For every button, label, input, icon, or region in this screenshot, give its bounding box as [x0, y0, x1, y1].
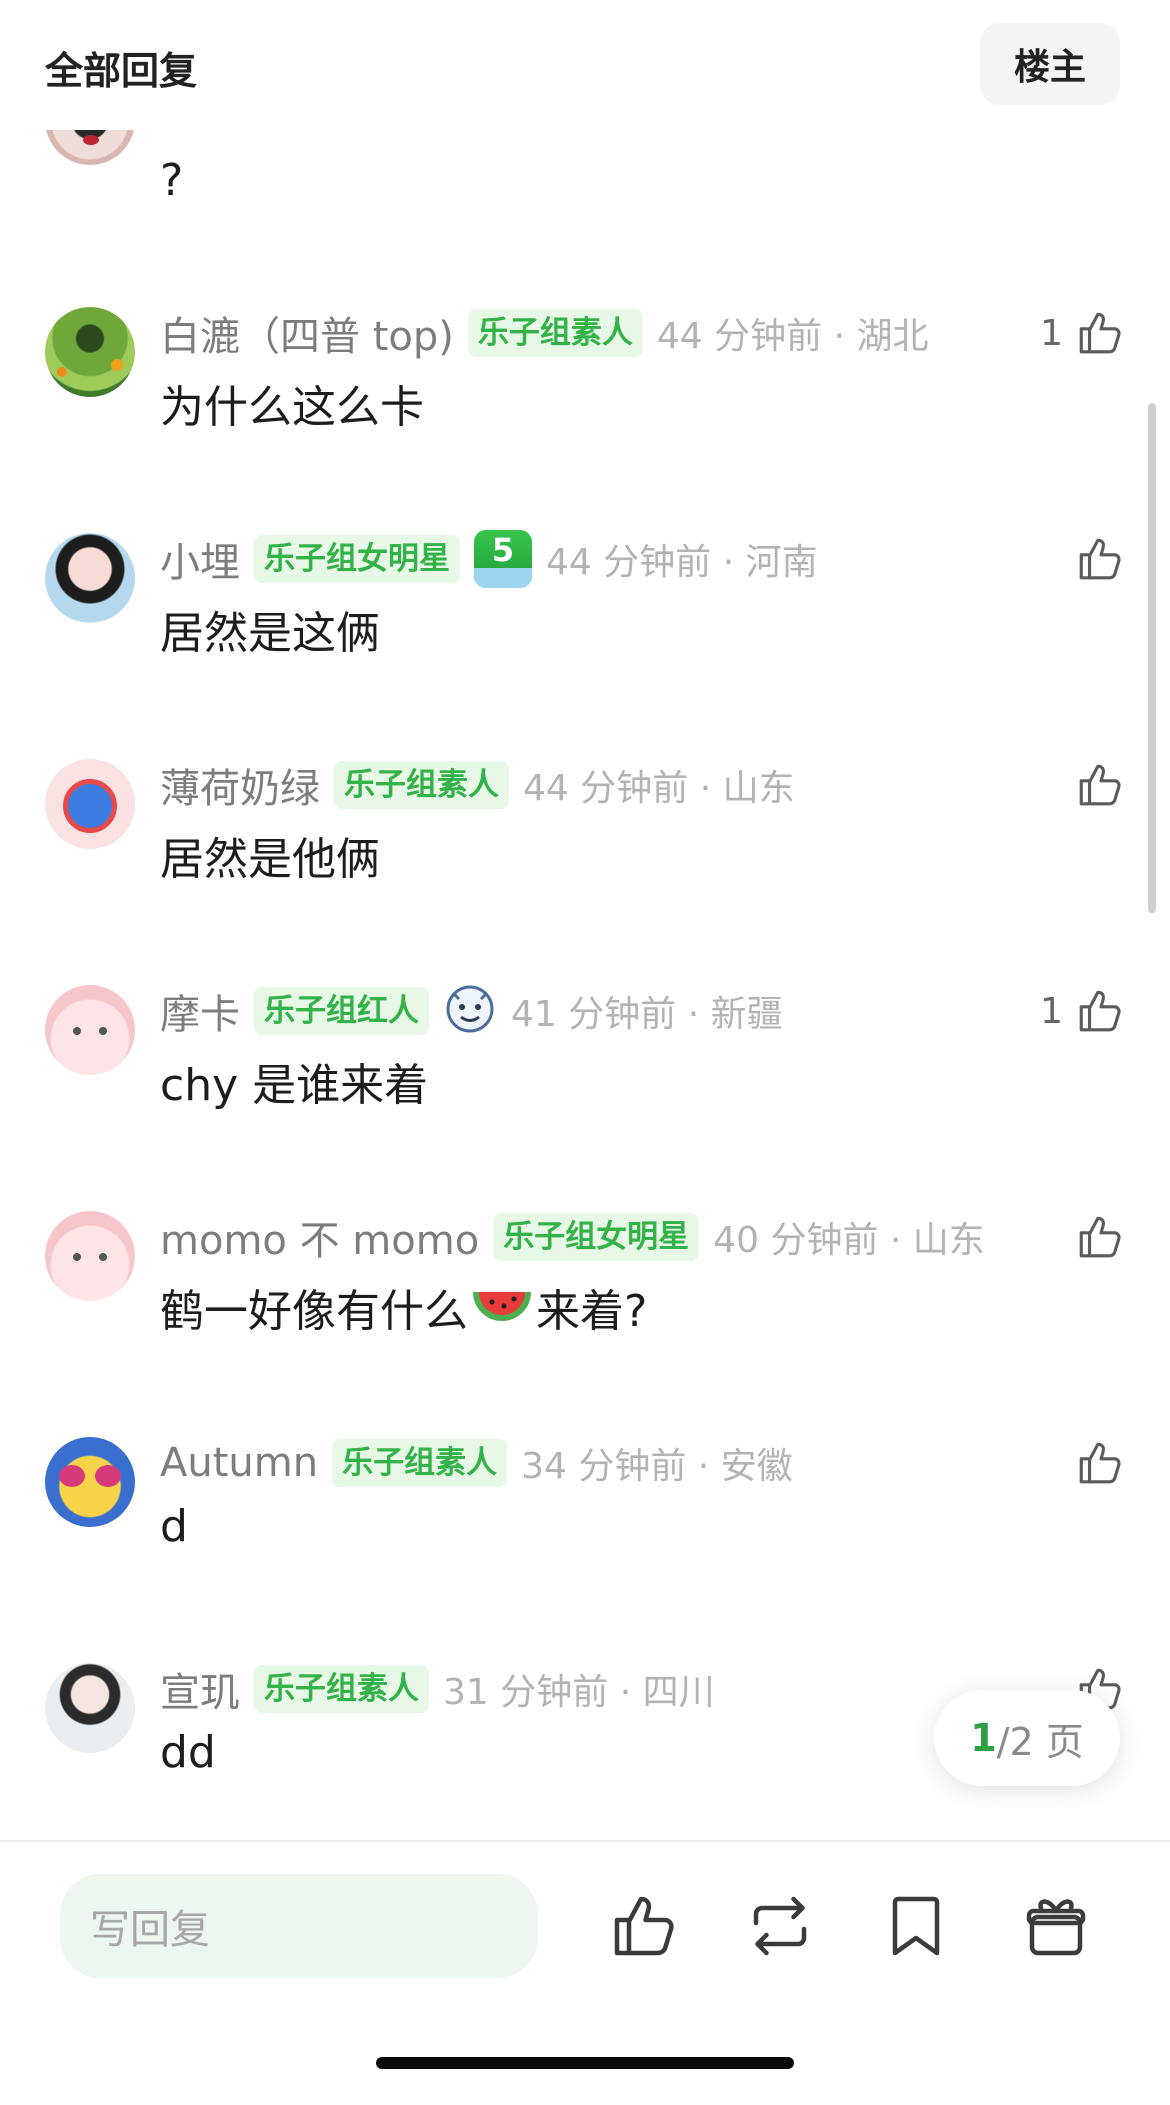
timestamp-location: 44 分钟前 · 山东 [523, 768, 795, 809]
gift-icon[interactable] [1020, 1890, 1092, 1962]
group-tag: 乐子组女明星 [493, 1213, 700, 1261]
avatar-eye [99, 1027, 107, 1035]
comment-content: d [160, 1501, 188, 1552]
tiger-badge-icon [446, 985, 494, 1033]
like-button[interactable] [1063, 755, 1125, 815]
comment-meta: 摩卡 乐子组红人 41 分钟前 · 新疆 [160, 981, 783, 1041]
like-button[interactable]: 1 [1040, 981, 1125, 1041]
timestamp-location: 40 分钟前 · 山东 [713, 1220, 985, 1261]
username[interactable]: 白漉（四普 top) [160, 304, 454, 362]
timestamp-location: 34 分钟前 · 安徽 [521, 1446, 793, 1487]
username[interactable]: 薄荷奶绿 [160, 756, 320, 814]
scrollbar[interactable] [1148, 403, 1156, 913]
header: 全部回复 楼主 [0, 0, 1170, 130]
comment-content: dd [160, 1727, 216, 1778]
timestamp-location: 41 分钟前 · 新疆 [511, 994, 783, 1035]
comment-meta: 白漉（四普 top) 乐子组素人 44 分钟前 · 湖北 [160, 303, 928, 363]
thumbs-up-icon [1079, 764, 1121, 806]
reply-input[interactable]: 写回复 [60, 1874, 538, 1978]
avatar-eye [99, 1253, 107, 1261]
group-tag: 乐子组素人 [332, 1439, 508, 1487]
group-tag: 乐子组素人 [254, 1665, 429, 1713]
thumbs-up-icon [1079, 538, 1121, 580]
username[interactable]: 宣玑 [160, 1660, 240, 1718]
comment-list[interactable]: ? 白漉（四普 top) 乐子组素人 44 分钟前 · 湖北 为什么这么卡 1 … [0, 0, 1170, 1840]
comment-meta: 小埋 乐子组女明星 5 44 分钟前 · 河南 [160, 529, 818, 589]
avatar[interactable] [45, 1437, 135, 1527]
comment-content: 鹤一好像有什么 来着? [160, 1275, 647, 1339]
username[interactable]: 小埋 [160, 530, 240, 588]
avatar[interactable] [45, 1663, 135, 1753]
repost-icon[interactable] [744, 1890, 816, 1962]
comment-content: 居然是这俩 [160, 608, 380, 659]
timestamp-location: 44 分钟前 · 湖北 [656, 316, 929, 357]
page-indicator[interactable]: 1/2 页 [934, 1690, 1120, 1786]
bottom-toolbar: 写回复 [0, 1840, 1170, 2105]
comment-meta: 薄荷奶绿 乐子组素人 44 分钟前 · 山东 [160, 755, 795, 815]
avatar-glasses [95, 1465, 121, 1487]
thumbs-up-icon [1079, 312, 1121, 354]
like-button[interactable]: 1 [1040, 303, 1125, 363]
comment-content: chy 是谁来着 [160, 1060, 429, 1111]
avatar[interactable] [45, 1211, 135, 1301]
like-button[interactable] [1063, 529, 1125, 589]
home-indicator[interactable] [376, 2057, 794, 2069]
group-tag: 乐子组女明星 [254, 535, 460, 583]
comment-text: 鹤一好像有什么 [160, 1286, 468, 1337]
avatar-character [63, 779, 117, 833]
avatar-eye [73, 1027, 81, 1035]
like-button[interactable] [1063, 1207, 1125, 1267]
avatar-glasses [59, 1465, 85, 1487]
thumbs-up-icon[interactable] [608, 1890, 680, 1962]
avatar[interactable] [45, 985, 135, 1075]
username[interactable]: 摩卡 [160, 982, 240, 1040]
comment-content: 居然是他俩 [160, 834, 380, 885]
avatar-lips [83, 135, 99, 145]
like-count: 1 [1040, 312, 1063, 354]
comment-meta: 宣玑 乐子组素人 31 分钟前 · 四川 [160, 1659, 715, 1719]
comment-meta: Autumn 乐子组素人 34 分钟前 · 安徽 [160, 1433, 793, 1493]
level-badge: 5 [474, 530, 532, 588]
like-button[interactable] [1063, 1433, 1125, 1493]
comment-content: 为什么这么卡 [160, 382, 424, 433]
username[interactable]: Autumn [160, 1440, 318, 1486]
bookmark-icon[interactable] [880, 1890, 952, 1962]
avatar-flower [57, 367, 67, 377]
group-tag: 乐子组素人 [467, 309, 643, 357]
comment-text: 来着? [536, 1286, 648, 1337]
avatar-eye [73, 1253, 81, 1261]
current-page: 1 [970, 1716, 997, 1760]
thumbs-up-icon [1079, 990, 1121, 1032]
avatar[interactable] [45, 759, 135, 849]
group-tag: 乐子组素人 [334, 761, 509, 809]
owner-filter-button[interactable]: 楼主 [980, 23, 1120, 105]
avatar[interactable] [45, 307, 135, 397]
like-count: 1 [1040, 990, 1063, 1032]
thumbs-up-icon [1079, 1442, 1121, 1484]
thumbs-up-icon [1079, 1216, 1121, 1258]
total-pages: /2 页 [996, 1719, 1084, 1764]
page-title: 全部回复 [45, 49, 198, 93]
timestamp-location: 44 分钟前 · 河南 [546, 542, 818, 583]
avatar-flower [111, 359, 123, 371]
comment-content: ? [160, 155, 184, 206]
group-tag: 乐子组红人 [254, 987, 429, 1035]
username[interactable]: momo 不 momo [160, 1208, 479, 1266]
level-number: 5 [491, 531, 515, 569]
avatar[interactable] [45, 533, 135, 623]
timestamp-location: 31 分钟前 · 四川 [443, 1672, 715, 1713]
watermelon-icon [473, 1291, 531, 1321]
comment-meta: momo 不 momo 乐子组女明星 40 分钟前 · 山东 [160, 1207, 985, 1267]
